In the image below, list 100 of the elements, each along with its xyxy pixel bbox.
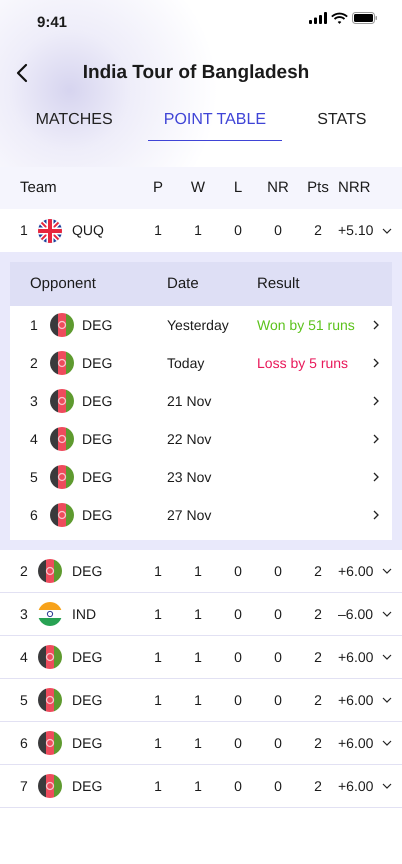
column-header: L [232,178,244,198]
rank: 3 [30,392,39,410]
table-cell-text: 0 [233,221,243,240]
chevron-down-icon[interactable] [382,781,392,791]
chevron-right-icon[interactable] [371,472,381,482]
table-cell-text: 0 [273,604,283,624]
column-header: P [152,178,164,198]
table-cell-text: 1 [193,604,203,624]
match-date: Yesterday [167,316,230,335]
team-name: DEG [72,648,104,666]
nrr-value: +6.00 [338,734,374,752]
team-name: DEG [82,354,114,372]
match-result: Won by 51 runs [257,316,356,335]
flag-icon [38,688,62,712]
column-header: Pts [306,178,330,198]
column-header: Date [167,274,200,294]
table-cell-text: 1 [153,690,163,710]
team-name: DEG [72,776,104,796]
table-cell-text: 0 [233,604,243,624]
flag-icon [38,218,62,242]
rank: 4 [20,648,29,666]
table-cell-text: 2 [313,776,323,796]
column-header: Result [257,274,301,294]
rank: 5 [20,690,29,710]
rank: 6 [30,506,39,524]
rank: 3 [20,604,29,624]
table-cell-text: 1 [153,562,163,580]
status-time: 9:41 [37,13,68,33]
table-cell-text: 1 [153,648,163,666]
match-date: 23 Nov [167,468,212,486]
chevron-right-icon[interactable] [371,510,381,520]
nrr-value: +6.00 [338,648,374,666]
tab[interactable]: MATCHES [20,102,129,141]
table-cell-text: 1 [193,221,203,240]
chevron-down-icon[interactable] [382,695,392,705]
table-cell-text: 2 [313,690,323,710]
table-cell-text: 1 [193,562,203,580]
chevron-down-icon[interactable] [382,566,392,576]
rank: 5 [30,468,39,486]
table-cell-text: 0 [273,690,283,710]
team-name: DEG [72,690,104,710]
chevron-down-icon[interactable] [382,652,392,662]
column-header: Opponent [30,274,97,294]
table-cell-text: 1 [153,221,163,240]
nrr-value: +6.00 [338,690,374,710]
battery-icon [352,12,378,24]
tab[interactable]: POINT TABLE [148,102,282,141]
table-cell-text: 1 [193,690,203,710]
team-name: DEG [82,506,114,524]
rank: 4 [30,430,39,448]
table-cell-text: 0 [273,648,283,666]
table-cell-text: 2 [313,562,323,580]
flag-icon [38,645,62,669]
rank: 2 [30,354,39,372]
chevron-right-icon[interactable] [371,434,381,444]
table-cell-text: 0 [273,221,283,240]
table-cell-text: 2 [313,221,323,240]
rank: 6 [20,734,29,752]
column-header: NR [266,178,290,198]
back-icon[interactable] [16,62,28,83]
column-header: NRR [338,178,372,198]
table-cell-text: 1 [153,734,163,752]
match-date: 27 Nov [167,506,212,524]
nrr-value: +6.00 [338,776,374,796]
table-cell-text: 0 [273,734,283,752]
team-name: DEG [72,562,104,580]
page-title: India Tour of Bangladesh [82,60,310,85]
team-name: DEG [82,316,114,334]
table-cell-text: 1 [193,734,203,752]
flag-icon [38,774,62,798]
rank: 2 [20,562,29,580]
team-name: DEG [72,734,104,752]
chevron-right-icon[interactable] [371,320,381,330]
wifi-icon [331,12,348,24]
flag-icon [50,389,74,413]
team-name: IND [72,604,98,624]
flag-icon [50,313,74,337]
rank: 7 [20,776,29,796]
flag-icon [50,503,74,527]
table-cell-text: 0 [233,562,243,580]
table-cell-text: 1 [193,648,203,666]
nrr-value: +6.00 [338,562,374,580]
table-cell-text: 1 [193,776,203,796]
team-name: DEG [82,430,114,448]
nrr-value: +5.10 [338,221,374,240]
team-name: DEG [82,468,114,486]
table-cell-text: 2 [313,734,323,752]
flag-icon [38,731,62,755]
flag-icon [50,427,74,451]
tab[interactable]: STATS [301,102,382,141]
flag-icon [38,602,62,626]
chevron-right-icon[interactable] [371,396,381,406]
match-result: Loss by 5 runs [257,354,350,373]
chevron-down-icon[interactable] [382,226,392,236]
chevron-down-icon[interactable] [382,738,392,748]
table-cell-text: 0 [233,648,243,666]
table-cell-text: 2 [313,648,323,666]
flag-icon [50,465,74,489]
chevron-right-icon[interactable] [371,358,381,368]
chevron-down-icon[interactable] [382,609,392,619]
